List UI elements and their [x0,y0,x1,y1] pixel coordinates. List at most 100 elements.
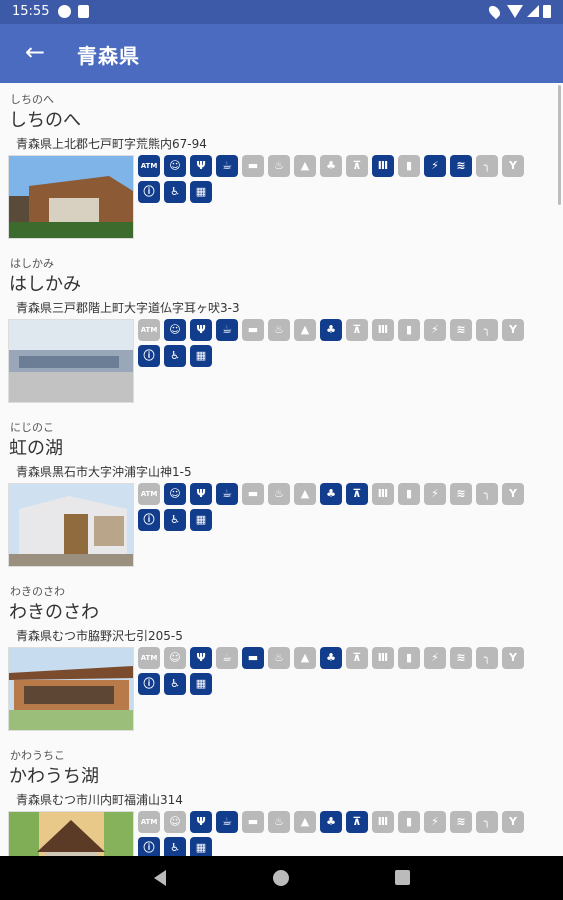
station-kana: かわうちこ [10,749,65,762]
station-name: はしかみ [9,274,81,295]
lodging-icon: ▬ [242,647,264,669]
shop-icon: ▦ [190,837,212,856]
shop-icon: ▦ [190,509,212,531]
gas-station-icon: ▮ [398,647,420,669]
shop-icon: ▦ [190,181,212,203]
wifi-icon: ≋ [450,483,472,505]
list-item[interactable]: しちのへ しちのへ 青森県上北郡七戸町字荒熊内67-94 ATM ☺ Ψ ☕ ▬ ♨ ▲ ♣ ⊼ Ⅲ ▮ ⚡… [0,83,563,248]
lodging-icon: ▬ [242,483,264,505]
shower-icon: ╮ [476,483,498,505]
wifi-icon: ≋ [450,647,472,669]
bicycle-icon: Y [502,811,524,833]
nav-back-icon[interactable] [154,870,166,886]
museum-icon: Ⅲ [372,319,394,341]
cafe-icon: ☕ [216,811,238,833]
list-item[interactable]: にじのこ 虹の湖 青森県黒石市大字沖浦字山神1-5 ATM ☺ Ψ ☕ ▬ ♨ ▲ ♣ ⊼ Ⅲ ▮ ⚡ ≋ ╮ Y… [0,411,563,576]
campsite-icon: ▲ [294,647,316,669]
settings-icon [58,5,71,18]
nav-recents-icon[interactable] [395,870,410,885]
wheelchair-icon: ♿ [164,345,186,367]
station-name: 虹の湖 [9,438,63,459]
hot-spring-icon: ♨ [268,647,290,669]
shower-icon: ╮ [476,647,498,669]
wheelchair-icon: ♿ [164,837,186,856]
bicycle-icon: Y [502,483,524,505]
campsite-icon: ▲ [294,811,316,833]
atm-icon: ATM [138,319,160,341]
station-photo[interactable] [8,483,134,567]
station-photo[interactable] [8,155,134,239]
restaurant-icon: Ψ [190,811,212,833]
lodging-icon: ▬ [242,811,264,833]
station-name: しちのへ [9,110,81,131]
station-address: 青森県むつ市脇野沢七引205-5 [16,629,183,643]
station-name: わきのさわ [9,602,99,623]
lodging-icon: ▬ [242,155,264,177]
ev-charger-icon: ⚡ [424,155,446,177]
nav-home-icon[interactable] [273,870,289,886]
shop-icon: ▦ [190,345,212,367]
baby-room-icon: ☺ [164,319,186,341]
hot-spring-icon: ♨ [268,811,290,833]
museum-icon: Ⅲ [372,483,394,505]
restaurant-icon: Ψ [190,319,212,341]
observatory-icon: ⊼ [346,319,368,341]
campsite-icon: ▲ [294,483,316,505]
observatory-icon: ⊼ [346,647,368,669]
station-photo[interactable] [8,811,134,856]
shower-icon: ╮ [476,811,498,833]
park-icon: ♣ [320,483,342,505]
information-icon: ⓘ [138,509,160,531]
cafe-icon: ☕ [216,483,238,505]
ev-charger-icon: ⚡ [424,483,446,505]
wifi-icon: ≋ [450,155,472,177]
list-item[interactable]: はしかみ はしかみ 青森県三戸郡階上町大字道仏字耳ヶ吠3-3 ATM ☺ Ψ ☕ ▬ ♨ ▲ ♣ ⊼ Ⅲ… [0,247,563,412]
bicycle-icon: Y [502,155,524,177]
atm-icon: ATM [138,811,160,833]
wifi-signal-icon [507,5,523,18]
arrow-left-icon[interactable]: ← [22,39,48,65]
observatory-icon: ⊼ [346,483,368,505]
scrollbar[interactable] [558,85,561,205]
park-icon: ♣ [320,155,342,177]
restaurant-icon: Ψ [190,483,212,505]
station-photo[interactable] [8,319,134,403]
location-icon [486,3,503,20]
museum-icon: Ⅲ [372,811,394,833]
gas-station-icon: ▮ [398,319,420,341]
information-icon: ⓘ [138,181,160,203]
baby-room-icon: ☺ [164,483,186,505]
cafe-icon: ☕ [216,319,238,341]
observatory-icon: ⊼ [346,155,368,177]
station-name: かわうち湖 [9,766,99,787]
status-bar: 15:55 [0,0,563,24]
status-time: 15:55 [12,4,50,19]
information-icon: ⓘ [138,673,160,695]
information-icon: ⓘ [138,345,160,367]
station-address: 青森県三戸郡階上町大字道仏字耳ヶ吠3-3 [16,301,240,315]
atm-icon: ATM [138,647,160,669]
bicycle-icon: Y [502,647,524,669]
page-title: 青森県 [77,44,140,68]
list-item[interactable]: かわうちこ かわうち湖 青森県むつ市川内町福浦山314 ATM ☺ Ψ ☕ ▬ ♨ ▲ ♣ ⊼ Ⅲ ▮ ⚡ ≋… [0,739,563,856]
campsite-icon: ▲ [294,155,316,177]
shop-icon: ▦ [190,673,212,695]
station-kana: わきのさわ [10,585,65,598]
restaurant-icon: Ψ [190,647,212,669]
station-photo[interactable] [8,647,134,731]
baby-room-icon: ☺ [164,155,186,177]
wheelchair-icon: ♿ [164,673,186,695]
station-kana: しちのへ [10,93,54,106]
atm-icon: ATM [138,483,160,505]
park-icon: ♣ [320,319,342,341]
shower-icon: ╮ [476,155,498,177]
cafe-icon: ☕ [216,647,238,669]
sd-card-icon [78,5,89,18]
station-address: 青森県上北郡七戸町字荒熊内67-94 [16,137,207,151]
wifi-icon: ≋ [450,319,472,341]
museum-icon: Ⅲ [372,647,394,669]
station-list[interactable]: しちのへ しちのへ 青森県上北郡七戸町字荒熊内67-94 ATM ☺ Ψ ☕ ▬ ♨ ▲ ♣ ⊼ Ⅲ ▮ ⚡… [0,83,563,856]
ev-charger-icon: ⚡ [424,811,446,833]
list-item[interactable]: わきのさわ わきのさわ 青森県むつ市脇野沢七引205-5 ATM ☺ Ψ ☕ ▬ ♨ ▲ ♣ ⊼ Ⅲ ▮ ⚡… [0,575,563,740]
museum-icon: Ⅲ [372,155,394,177]
